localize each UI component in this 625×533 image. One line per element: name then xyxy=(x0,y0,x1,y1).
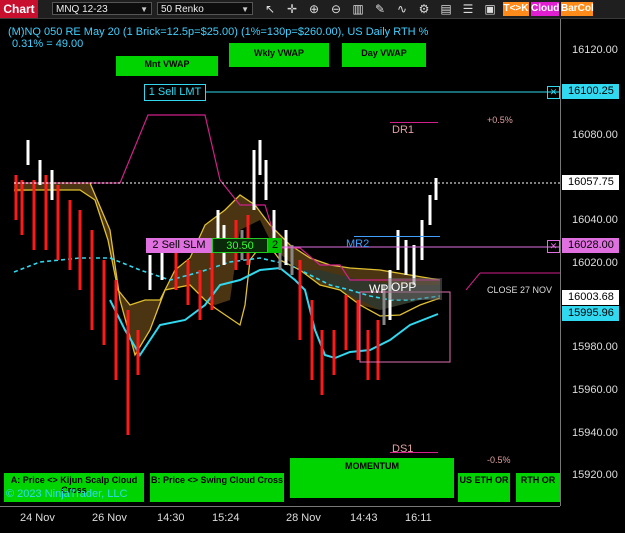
monthly-vwap-button[interactable]: Mnt VWAP xyxy=(116,56,218,76)
instrument-value: MNQ 12-23 xyxy=(56,4,108,15)
us-eth-or-button[interactable]: US ETH OR xyxy=(458,473,510,502)
swing-cloud-button[interactable]: B: Price <> Swing Cloud Cross xyxy=(150,473,284,502)
drawing-tools-icon[interactable]: ✎ xyxy=(372,1,388,17)
close-icon[interactable]: ✕ xyxy=(547,240,560,253)
properties-icon[interactable]: ☰ xyxy=(460,1,476,17)
templates-icon[interactable]: ▤ xyxy=(438,1,454,17)
strategies-icon[interactable]: ⚙ xyxy=(416,1,432,17)
sell-slm-price-tag: 16028.00 xyxy=(562,238,619,253)
cursor-icon[interactable]: ↖ xyxy=(262,1,278,17)
vwap-price-tag: 16003.68 xyxy=(562,290,619,305)
time-tick: 16:11 xyxy=(405,512,432,524)
order-quantity[interactable]: 2 xyxy=(268,238,282,253)
price-tick: 16020.00 xyxy=(572,257,618,269)
pct-down-label: -0.5% xyxy=(487,455,511,465)
bar-type-selector[interactable]: 50 Renko ▼ xyxy=(157,2,253,15)
ds1-label: DS1 xyxy=(392,443,414,455)
crosshair-icon[interactable]: ✛ xyxy=(284,1,300,17)
instrument-selector[interactable]: MNQ 12-23 ▼ xyxy=(52,2,152,15)
time-tick: 14:30 xyxy=(157,512,185,524)
time-tick: 24 Nov xyxy=(20,512,55,524)
sell-slm-order[interactable]: 2 Sell SLM xyxy=(146,238,212,253)
data-box-icon[interactable]: ▣ xyxy=(482,1,498,17)
time-tick: 14:43 xyxy=(350,512,378,524)
time-tick: 15:24 xyxy=(212,512,240,524)
sell-lmt-price-tag: 16100.25 xyxy=(562,84,619,99)
pct-up-label: +0.5% xyxy=(487,115,513,125)
rth-or-button[interactable]: RTH OR xyxy=(516,473,560,502)
bar-type-value: 50 Renko xyxy=(161,4,204,15)
price-tick: 16120.00 xyxy=(572,44,618,56)
cloud-button[interactable]: Cloud xyxy=(531,2,559,16)
time-tick: 28 Nov xyxy=(286,512,321,524)
opp-label: OPP xyxy=(391,280,417,294)
time-axis[interactable] xyxy=(0,506,560,533)
sell-lmt-order[interactable]: 1 Sell LMT xyxy=(144,84,206,101)
price-tick: 15920.00 xyxy=(572,469,618,481)
chevron-down-icon: ▼ xyxy=(140,5,148,14)
mr2-label: MR2 xyxy=(346,238,370,250)
close-label: CLOSE 27 NOV xyxy=(487,285,553,295)
price-tick: 15940.00 xyxy=(572,427,618,439)
daily-vwap-button[interactable]: Day VWAP xyxy=(342,43,426,67)
chart-subtitle: 0.31% = 49.00 xyxy=(12,38,84,50)
price-tick: 16080.00 xyxy=(572,129,618,141)
price-tick: 15980.00 xyxy=(572,341,618,353)
last-price-tag: 16057.75 xyxy=(562,175,619,190)
price-tick: 16040.00 xyxy=(572,214,618,226)
bar-style-icon[interactable]: ▥ xyxy=(350,1,366,17)
indicators-icon[interactable]: ∿ xyxy=(394,1,410,17)
dr1-line xyxy=(390,122,438,123)
dr1-label: DR1 xyxy=(392,124,415,136)
time-tick: 26 Nov xyxy=(92,512,127,524)
momentum-button[interactable]: MOMENTUM xyxy=(290,458,454,498)
chart-title: (M)NQ 050 RE May 20 (1 Brick=12.5p=$25.0… xyxy=(8,26,429,38)
chart-tab[interactable]: Chart xyxy=(0,0,38,18)
zoom-in-icon[interactable]: ⊕ xyxy=(306,1,322,17)
wp-label: WP xyxy=(369,282,389,296)
price-tick: 15960.00 xyxy=(572,384,618,396)
order-pnl: 30.50 xyxy=(212,238,268,253)
price-chart[interactable] xyxy=(0,19,560,506)
close-icon[interactable]: ✕ xyxy=(547,86,560,99)
weekly-vwap-button[interactable]: Wkly VWAP xyxy=(229,43,329,67)
copyright-text: © 2023 NinjaTrader, LLC xyxy=(6,488,128,500)
chevron-down-icon: ▼ xyxy=(241,5,249,14)
barcol-button[interactable]: BarCol xyxy=(561,2,594,16)
tk-button[interactable]: T<>K xyxy=(503,2,529,16)
zoom-out-icon[interactable]: ⊖ xyxy=(328,1,344,17)
cloud-price-tag: 15995.96 xyxy=(562,306,619,321)
